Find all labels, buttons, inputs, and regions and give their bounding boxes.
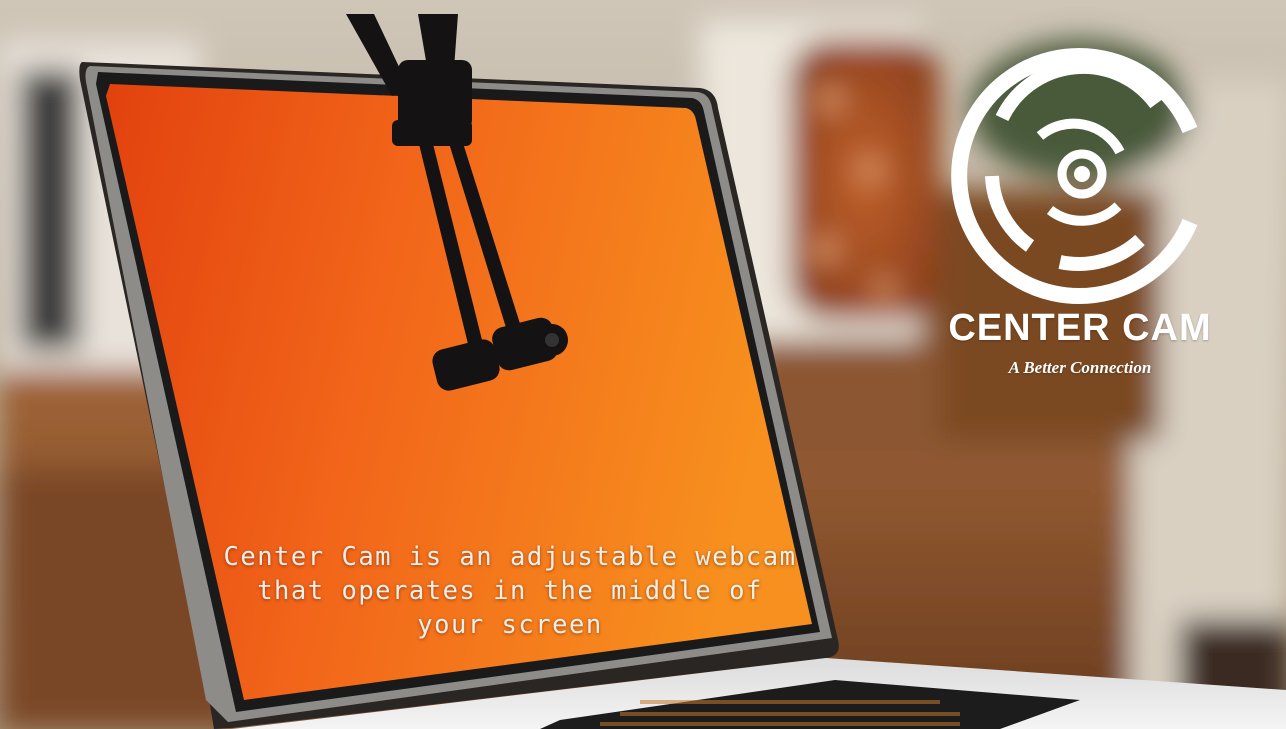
brand-name: CENTER CAM <box>948 307 1212 349</box>
caption: Center Cam is an adjustable webcam that … <box>170 540 850 642</box>
caption-line-3: your screen <box>417 610 603 640</box>
caption-line-2: that operates in the middle of <box>257 576 763 606</box>
brand-tagline: A Better Connection <box>1008 358 1152 377</box>
photo-scene: CENTER CAM A Better Connection Center Ca… <box>0 0 1286 729</box>
caption-line-1: Center Cam is an adjustable webcam <box>223 542 797 572</box>
